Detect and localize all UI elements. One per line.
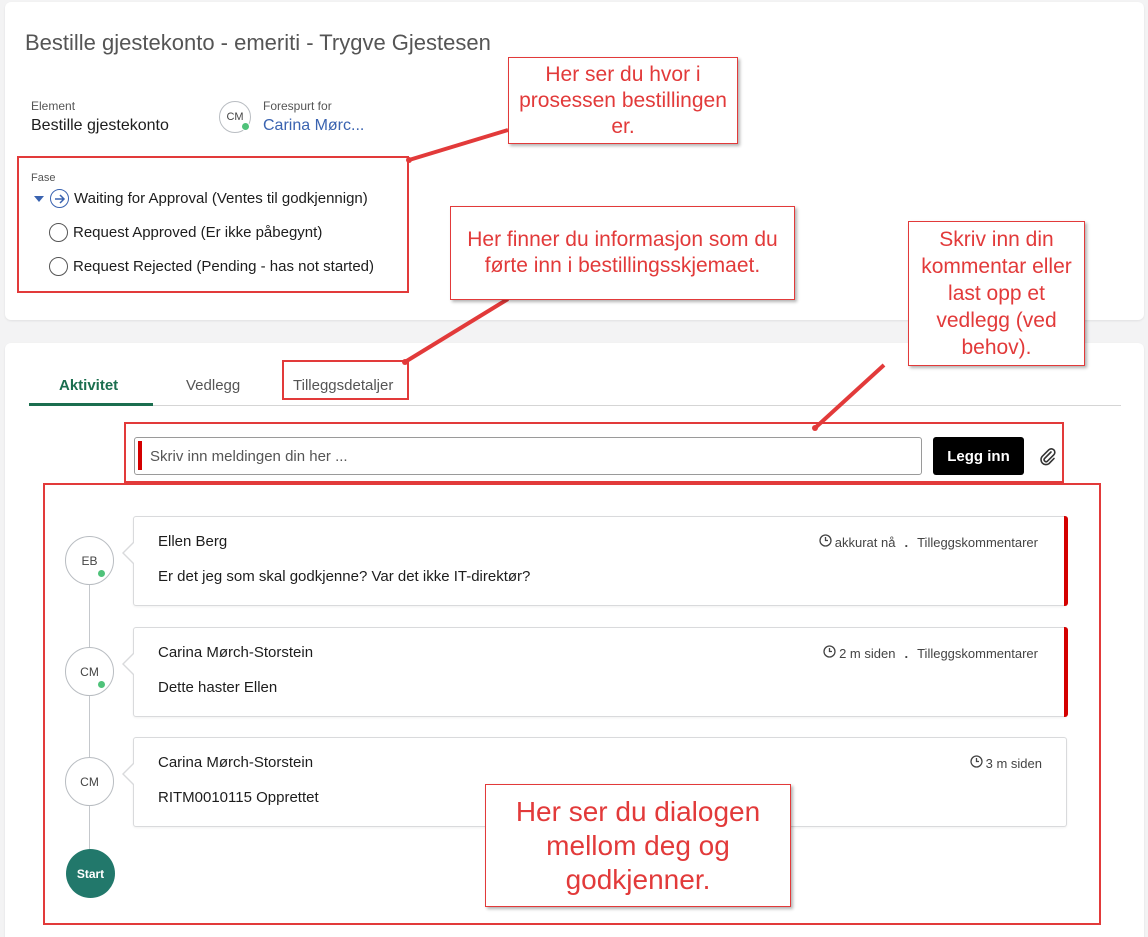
callout-details: Her finner du informasjon som du førte i… [450, 206, 795, 300]
composer-highlight-box [124, 422, 1064, 483]
page-title: Bestille gjestekonto - emeriti - Trygve … [25, 30, 491, 55]
avatar-initials: CM [226, 111, 244, 123]
active-tab-indicator [29, 403, 153, 406]
requested-for-label: Forespurt for [263, 99, 332, 113]
callout-comment: Skriv inn din kommentar eller last opp e… [908, 221, 1085, 366]
tab-activity[interactable]: Aktivitet [59, 377, 118, 394]
callout-text: Her ser du dialogen mellom deg og godkje… [515, 795, 761, 895]
online-status-dot [241, 122, 250, 131]
tab-attachments[interactable]: Vedlegg [186, 377, 240, 394]
element-label: Element [31, 99, 76, 113]
element-value: Bestille gjestekonto [31, 117, 169, 134]
requested-for-link[interactable]: Carina Mørc... [263, 117, 364, 135]
callout-text: Her finner du informasjon som du førte i… [467, 228, 778, 277]
stage-highlight-box [17, 156, 409, 293]
callout-text: Her ser du hvor i prosessen bestillingen… [519, 62, 727, 138]
tab-divider [29, 405, 1121, 406]
callout-stage: Her ser du hvor i prosessen bestillingen… [508, 57, 738, 144]
callout-dialog: Her ser du dialogen mellom deg og godkje… [485, 784, 791, 907]
callout-text: Skriv inn din kommentar eller last opp e… [921, 228, 1072, 359]
details-tab-highlight-box [282, 360, 409, 400]
